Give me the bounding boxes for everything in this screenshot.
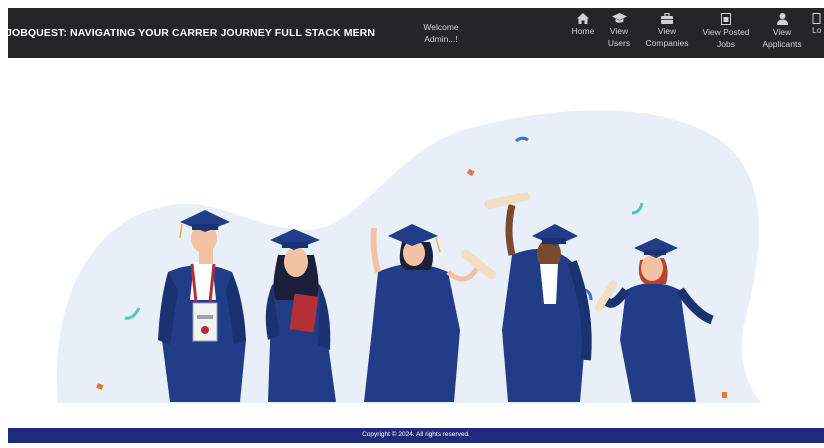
briefcase-icon: [661, 13, 673, 24]
graduates-illustration: [56, 110, 761, 403]
nav-view-companies-line2: Companies: [645, 38, 689, 48]
logout-icon: [812, 13, 821, 24]
nav-view-users-line1: View: [609, 26, 629, 36]
nav-view-companies[interactable]: View Companies: [644, 13, 690, 49]
top-navbar: JOBQUEST: NAVIGATING YOUR CARRER JOURNEY…: [8, 8, 824, 58]
nav-view-posted-jobs[interactable]: View Posted Jobs: [700, 13, 752, 50]
home-icon: [577, 13, 589, 24]
brand-title[interactable]: JOBQUEST: NAVIGATING YOUR CARRER JOURNEY…: [8, 27, 375, 39]
nav-view-users-line2: Users: [607, 38, 631, 48]
user-icon: [776, 13, 788, 25]
nav-view-posted-jobs-line2: Jobs: [717, 39, 735, 49]
nav-view-companies-line1: View: [657, 26, 677, 36]
nav-view-posted-jobs-line1: View Posted: [702, 27, 750, 37]
nav-logout[interactable]: Lo: [812, 13, 824, 36]
graduation-cap-icon: [611, 13, 627, 23]
welcome-label: Welcome: [423, 22, 459, 32]
document-icon: [721, 13, 731, 25]
copyright-text: Copyright © 2024. All rights reserved.: [362, 431, 470, 438]
nav-view-applicants[interactable]: View Applicants: [760, 13, 804, 50]
footer: Copyright © 2024. All rights reserved.: [8, 428, 824, 443]
nav-home[interactable]: Home: [565, 13, 601, 37]
nav-view-users[interactable]: View Users: [604, 13, 634, 49]
welcome-username: Admin...!: [424, 34, 458, 44]
welcome-message: Welcome Admin...!: [411, 21, 471, 45]
nav-logout-label: Lo: [812, 25, 822, 35]
nav-view-applicants-line1: View: [772, 27, 792, 37]
nav-view-applicants-line2: Applicants: [762, 39, 802, 49]
nav-home-label: Home: [571, 26, 595, 36]
